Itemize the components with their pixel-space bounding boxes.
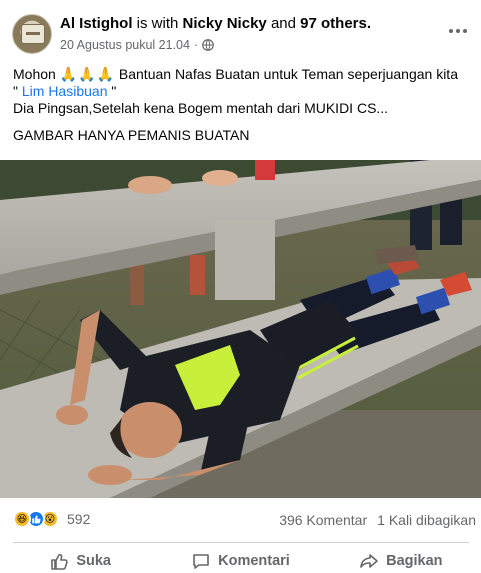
more-options-icon[interactable] <box>445 18 471 44</box>
comment-icon <box>193 553 209 569</box>
post-text-line-1: Mohon 🙏🙏🙏 Bantuan Nafas Buatan untuk Tem… <box>13 66 475 83</box>
share-count[interactable]: 1 Kali dibagikan <box>377 512 476 528</box>
like-button[interactable]: Suka <box>0 548 160 573</box>
comment-label: Komentari <box>218 552 290 569</box>
comment-button[interactable]: Komentari <box>160 548 320 573</box>
author-line: Al Istighol is with Nicky Nicky and 97 o… <box>60 15 371 33</box>
share-icon <box>360 553 378 568</box>
avatar[interactable] <box>12 14 52 54</box>
share-label: Bagikan <box>386 552 443 569</box>
engagement-stats: 396 Komentar 1 Kali dibagikan <box>279 512 476 528</box>
photo-illustration <box>0 160 481 498</box>
reaction-count[interactable]: 592 <box>67 511 90 527</box>
others-link[interactable]: 97 others. <box>300 15 371 32</box>
post-meta: 20 Agustus pukul 21.04 · <box>60 38 214 52</box>
globe-icon[interactable] <box>202 39 214 51</box>
haha-reaction-icon: 😆 <box>13 510 31 528</box>
text-segment: Mohon <box>13 66 56 82</box>
author-name[interactable]: Al Istighol <box>60 15 133 32</box>
action-bar: Suka Komentari Bagikan <box>0 548 481 573</box>
post-photo[interactable] <box>0 160 481 498</box>
tagged-name[interactable]: Nicky Nicky <box>183 15 267 32</box>
and-text: and <box>270 15 296 32</box>
post-text: Mohon 🙏🙏🙏 Bantuan Nafas Buatan untuk Tem… <box>13 66 475 144</box>
with-text: is with <box>136 15 179 32</box>
post-text-line-4: GAMBAR HANYA PEMANIS BUATAN <box>13 127 250 143</box>
share-button[interactable]: Bagikan <box>321 548 481 573</box>
like-icon <box>51 553 69 570</box>
post-text-line-3: Dia Pingsan,Setelah kena Bogem mentah da… <box>13 100 389 116</box>
post-text-line-2: " Lim Hasibuan " <box>13 83 475 100</box>
timestamp[interactable]: 20 Agustus pukul 21.04 <box>60 38 190 52</box>
mention-link[interactable]: Lim Hasibuan <box>22 83 108 99</box>
divider <box>13 542 469 543</box>
quote-mark: " <box>13 83 18 99</box>
pray-emoji: 🙏🙏🙏 <box>59 66 115 82</box>
text-segment: Bantuan Nafas Buatan untuk Teman seperju… <box>118 66 458 82</box>
reaction-summary[interactable]: 😆 😮 592 <box>13 510 90 528</box>
meta-separator: · <box>193 38 199 52</box>
comment-count[interactable]: 396 Komentar <box>279 512 367 528</box>
post-header: Al Istighol is with Nicky Nicky and 97 o… <box>0 0 481 58</box>
quote-mark: " <box>111 83 117 99</box>
like-label: Suka <box>76 552 111 569</box>
